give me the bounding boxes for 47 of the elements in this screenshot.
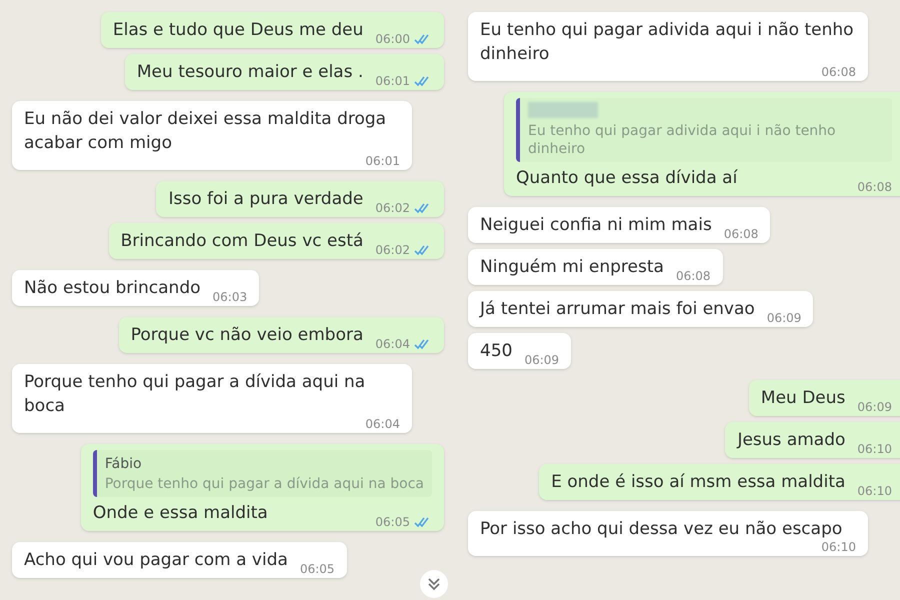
message-text: Onde e essa maldita [92, 502, 268, 525]
message-text: Eu não dei valor deixei essa maldita droga acabar com migo [24, 108, 388, 155]
message-time: 06:09 [857, 401, 892, 413]
quoted-text: Porque tenho qui pagar a dívida aqui na boca [104, 475, 424, 493]
message-text: Isso foi a pura verdade [168, 188, 364, 211]
message-time: 06:09 [524, 354, 560, 366]
message-time: 06:10 [857, 485, 892, 497]
message-time: 06:05 [300, 563, 335, 575]
message-text: Neiguei confia ni mim mais [480, 214, 712, 237]
message-text: Elas e tudo que Deus me deu [112, 19, 364, 42]
message-time: 06:09 [766, 312, 802, 324]
message-time: 06:08 [821, 66, 856, 78]
message-time: 06:10 [857, 443, 892, 455]
message-time: 06:10 [821, 541, 856, 553]
message-text: Não estou brincando [24, 277, 201, 300]
message-time: 06:04 [375, 338, 410, 350]
message-text: Porque vc não veio embora [130, 324, 364, 347]
double-chevron-down-icon [427, 577, 441, 591]
message-text: 450 [480, 340, 512, 363]
message-text: Jesus amado [737, 429, 846, 452]
quoted-message[interactable]: Fábio Porque tenho qui pagar a dívida aqui na boca [92, 450, 432, 497]
message-text: Eu tenho qui pagar adivida aqui i não tenho dinheiro [480, 19, 855, 66]
message-time: 06:08 [724, 228, 758, 240]
message-time: 06:02 [375, 244, 410, 256]
message-time: 06:00 [375, 33, 410, 45]
quoted-text: Eu tenho qui pagar adivida aqui i não tenho dinheiro [528, 122, 837, 158]
redacted-name [528, 102, 598, 118]
quoted-sender: Fábio [104, 455, 143, 474]
message-text: Brincando com Deus vc está [120, 230, 364, 253]
message-text: Porque tenho qui pagar a dívida aqui na boca [24, 371, 366, 418]
scroll-down-button[interactable] [420, 570, 448, 598]
message-time: 06:08 [676, 270, 711, 282]
message-time: 06:03 [212, 291, 248, 303]
message-time: 06:08 [857, 181, 892, 193]
message-text: Já tentei arrumar mais foi envao [480, 298, 755, 321]
message-text: Meu tesouro maior e elas . [136, 61, 364, 84]
message-time: 06:04 [365, 418, 400, 430]
message-text: Quanto que essa dívida aí [516, 167, 738, 190]
message-text: Meu Deus [760, 387, 846, 410]
message-time: 06:01 [365, 155, 400, 167]
message-time: 06:01 [375, 75, 410, 87]
message-text: Por isso acho qui dessa vez eu não escapo [480, 518, 842, 541]
message-text: Ninguém mi enpresta [480, 256, 664, 279]
message-text: Acho qui vou pagar com a vida [24, 549, 288, 572]
message-text: E onde é isso aí msm essa maldita [551, 471, 846, 494]
message-time: 06:05 [375, 516, 410, 528]
message-time: 06:02 [375, 202, 410, 214]
